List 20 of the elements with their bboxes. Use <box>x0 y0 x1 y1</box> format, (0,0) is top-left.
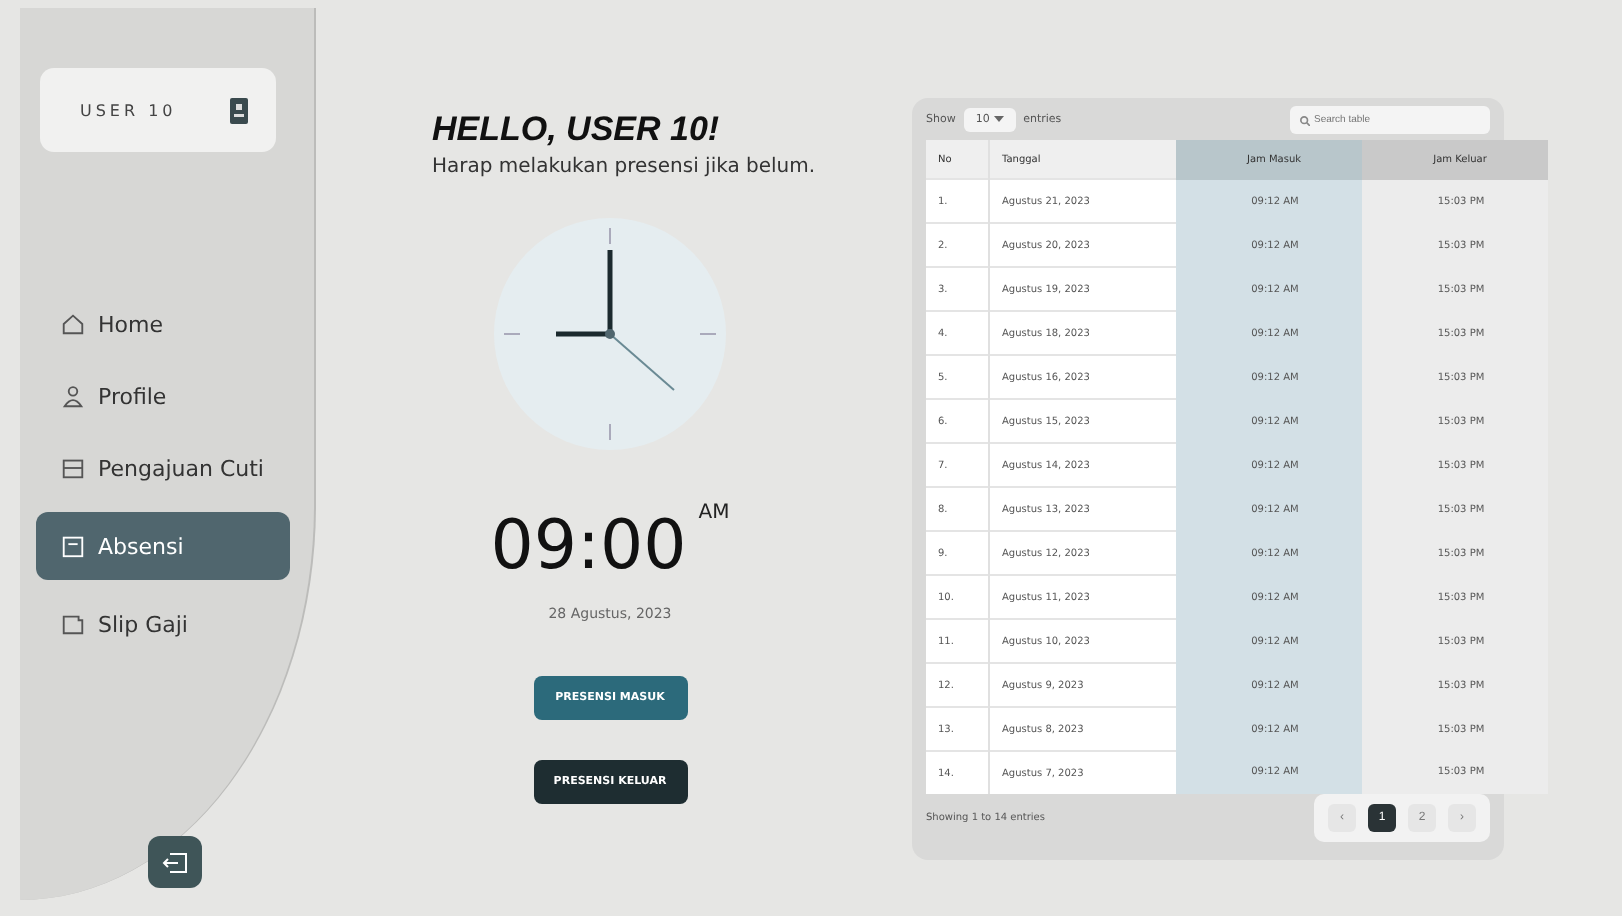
nav-item[interactable]: Home <box>36 296 290 352</box>
logout-button[interactable] <box>148 836 202 888</box>
calendar-icon <box>60 532 86 560</box>
home-icon <box>60 310 86 338</box>
clock-time: 09:00 <box>490 506 687 586</box>
folder-icon <box>60 610 86 638</box>
logout-icon <box>162 851 188 873</box>
badge-icon <box>230 97 248 123</box>
nav-item[interactable]: Pengajuan Cuti <box>36 440 290 496</box>
person-icon <box>60 382 86 410</box>
form-icon <box>60 454 86 482</box>
greeting-subtitle: Harap melakukan presensi jika belum. <box>432 156 816 178</box>
nav-item[interactable]: Profile <box>36 368 290 424</box>
greeting-title: HELLO, USER 10! <box>432 110 722 150</box>
user-name: USER 10 <box>80 101 177 119</box>
nav-item[interactable]: Slip Gaji <box>36 596 290 652</box>
nav-item[interactable]: Absensi <box>36 512 290 580</box>
caret-icon <box>993 116 1004 122</box>
clock-period: AM <box>698 502 730 524</box>
search-icon <box>1300 115 1310 125</box>
